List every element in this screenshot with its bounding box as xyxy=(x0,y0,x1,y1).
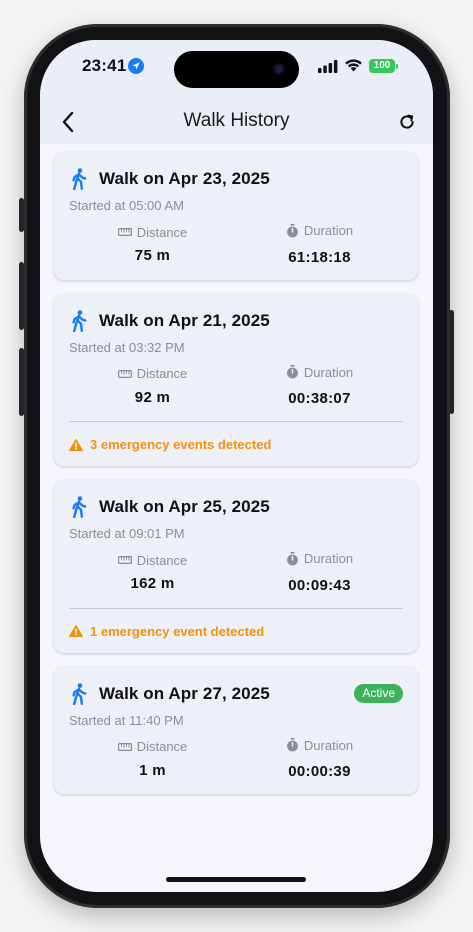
walking-person-icon xyxy=(69,167,89,191)
duration-label: Duration xyxy=(286,223,353,238)
walking-person-icon xyxy=(69,495,89,519)
walk-title: Walk on Apr 21, 2025 xyxy=(99,310,270,330)
active-badge: Active xyxy=(354,684,403,703)
timer-icon xyxy=(287,365,298,379)
walk-stats: Distance 75 m Duration 61:18:18 xyxy=(69,223,403,266)
ruler-icon xyxy=(117,556,132,564)
distance-label-text: Distance xyxy=(136,366,188,381)
distance-stat: Distance 1 m xyxy=(69,738,236,781)
duration-stat: Duration 00:00:39 xyxy=(236,738,403,780)
walk-card-header: Walk on Apr 25, 2025 xyxy=(69,494,403,520)
walk-start-time: Started at 11:40 PM xyxy=(69,712,184,728)
ruler-icon xyxy=(117,742,132,751)
distance-value: 1 m xyxy=(139,761,166,779)
walk-card-header: Walk on Apr 21, 2025 xyxy=(69,308,403,334)
timer-icon xyxy=(287,223,298,237)
emergency-alert: 3 emergency events detected xyxy=(69,437,403,452)
refresh-button[interactable] xyxy=(393,108,421,136)
walk-title: Walk on Apr 23, 2025 xyxy=(99,169,270,188)
distance-label-text: Distance xyxy=(136,739,188,754)
distance-label: Distance xyxy=(117,224,188,240)
divider xyxy=(69,421,403,422)
walk-card[interactable]: Walk on Apr 25, 2025 Started at 09:01 PM… xyxy=(54,480,418,653)
battery-indicator: 100 xyxy=(369,59,395,73)
emergency-text: 3 emergency events detected xyxy=(90,437,272,452)
distance-stat: Distance 162 m xyxy=(69,551,236,594)
wifi-icon xyxy=(344,58,363,77)
stage: 23:41 100 Walk History Walk on Apr 23, 2… xyxy=(0,0,473,932)
walk-card-header: Walk on Apr 27, 2025 Active xyxy=(69,681,403,707)
duration-label: Duration xyxy=(286,738,353,753)
timer-icon xyxy=(287,551,298,565)
walk-card[interactable]: Walk on Apr 21, 2025 Started at 03:32 PM… xyxy=(54,293,418,466)
walking-person-icon xyxy=(69,682,89,706)
ruler-icon xyxy=(117,228,132,236)
walk-card[interactable]: Walk on Apr 27, 2025 Active Started at 1… xyxy=(54,666,418,794)
distance-label: Distance xyxy=(117,552,188,568)
duration-label-text: Duration xyxy=(303,737,354,753)
walk-stats: Distance 1 m Duration 00:00:39 xyxy=(69,738,403,781)
refresh-icon xyxy=(400,114,414,129)
status-bar: 23:41 100 xyxy=(40,40,433,100)
warning-icon xyxy=(69,625,83,637)
walking-person-icon xyxy=(69,309,89,333)
camera-icon xyxy=(273,63,285,75)
battery-tip xyxy=(396,64,398,69)
walk-start-time: Started at 03:32 PM xyxy=(69,339,185,355)
distance-stat: Distance 92 m xyxy=(69,365,236,408)
duration-stat: Duration 00:09:43 xyxy=(236,551,403,594)
distance-value: 92 m xyxy=(134,388,171,406)
walk-start-time: Started at 05:00 AM xyxy=(69,198,184,213)
page-title: Walk History xyxy=(183,110,290,131)
duration-value: 00:38:07 xyxy=(288,390,351,407)
timer-icon xyxy=(287,738,298,752)
walk-card-header: Walk on Apr 23, 2025 xyxy=(69,166,403,192)
duration-label-text: Duration xyxy=(303,551,354,566)
duration-label-text: Duration xyxy=(303,364,354,380)
location-arrow-icon xyxy=(128,58,144,74)
walk-start-time: Started at 09:01 PM xyxy=(69,526,185,541)
distance-label-text: Distance xyxy=(136,224,188,240)
emergency-text: 1 emergency event detected xyxy=(90,623,265,639)
duration-value: 61:18:18 xyxy=(288,248,351,266)
distance-label: Distance xyxy=(117,739,188,754)
divider xyxy=(69,607,403,609)
walk-stats: Distance 92 m Duration 00:38:07 xyxy=(69,365,403,408)
walk-title: Walk on Apr 25, 2025 xyxy=(99,497,270,516)
nav-bar: Walk History xyxy=(40,100,433,144)
duration-label: Duration xyxy=(286,365,353,380)
duration-label-text: Duration xyxy=(303,223,354,238)
phone-screen: 23:41 100 Walk History Walk on Apr 23, 2… xyxy=(40,40,433,892)
ruler-icon xyxy=(117,369,132,378)
distance-value: 162 m xyxy=(130,575,175,592)
status-time: 23:41 xyxy=(82,56,127,75)
home-indicator[interactable] xyxy=(166,877,306,882)
duration-stat: Duration 61:18:18 xyxy=(236,223,403,266)
distance-label: Distance xyxy=(117,366,188,381)
walk-stats: Distance 162 m Duration 00:09:43 xyxy=(69,551,403,594)
duration-stat: Duration 00:38:07 xyxy=(236,365,403,407)
duration-value: 00:09:43 xyxy=(288,576,351,594)
distance-stat: Distance 75 m xyxy=(69,223,236,266)
duration-value: 00:00:39 xyxy=(288,763,351,780)
distance-value: 75 m xyxy=(134,247,171,264)
walk-list: Walk on Apr 23, 2025 Started at 05:00 AM… xyxy=(54,152,418,808)
walk-card[interactable]: Walk on Apr 23, 2025 Started at 05:00 AM… xyxy=(54,152,418,280)
warning-icon xyxy=(69,438,83,451)
distance-label-text: Distance xyxy=(136,552,188,568)
dynamic-island xyxy=(174,51,299,88)
cellular-signal-icon xyxy=(318,60,338,78)
emergency-alert: 1 emergency event detected xyxy=(69,624,403,639)
duration-label: Duration xyxy=(286,551,353,566)
walk-title: Walk on Apr 27, 2025 xyxy=(99,683,270,703)
